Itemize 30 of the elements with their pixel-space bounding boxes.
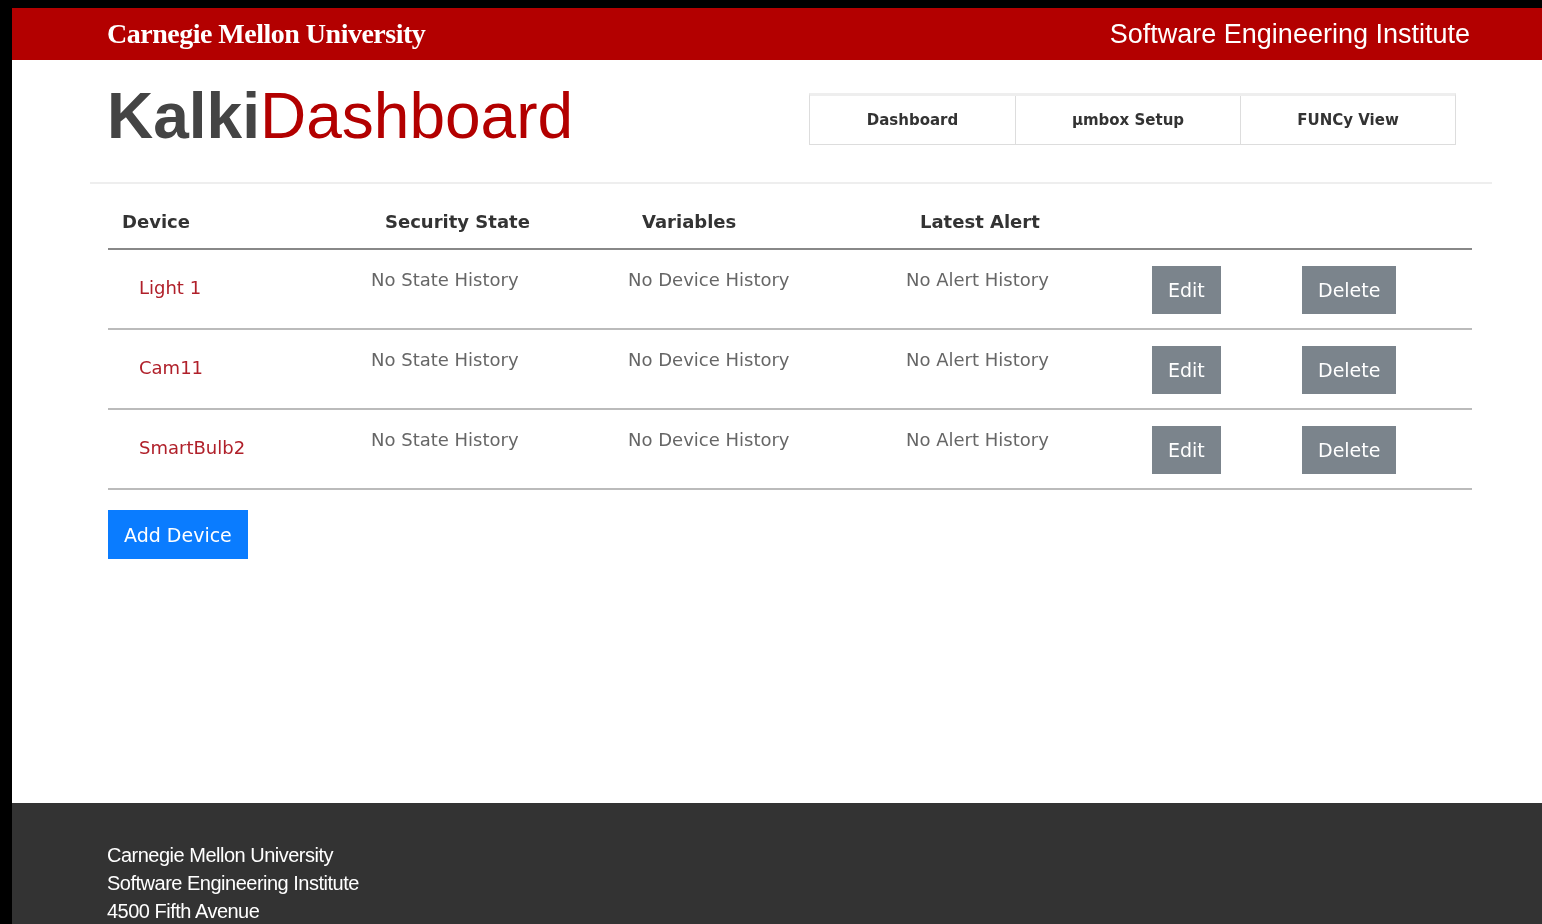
column-header: Latest Alert [919,209,1041,232]
table-cell-text: No State History [371,268,519,290]
delete-button[interactable]: Delete [1302,266,1397,314]
table-cell-text: No Alert History [906,428,1049,450]
table-cell-text: No Device History [628,268,790,290]
column-header: Device [121,209,191,232]
footer-text: 4500 Fifth Avenue [107,899,261,923]
delete-button[interactable]: Delete [1302,346,1397,394]
table-cell-text: No Alert History [906,348,1049,370]
university-name: Carnegie Mellon University [107,18,426,50]
title-bold-word: Kalki [107,80,260,152]
edit-button[interactable]: Edit [1152,266,1221,314]
delete-button[interactable]: Delete [1302,426,1397,474]
footer-text: Carnegie Mellon University [107,843,335,867]
column-header: Security State [384,209,531,232]
device-link[interactable]: Light 1 [108,250,202,298]
table-cell-text: No State History [371,428,519,450]
footer-text: Software Engineering Institute [107,871,360,895]
edit-button[interactable]: Edit [1152,346,1221,394]
device-link[interactable]: Cam11 [108,330,204,378]
edit-button[interactable]: Edit [1152,426,1221,474]
institute-name: Software Engineering Institute [1109,18,1470,50]
table-cell-text: No Device History [628,348,790,370]
table-cell-text: No Device History [628,428,790,450]
table-cell-text: No Alert History [906,268,1049,290]
title-word: Dashboard [259,80,574,152]
table-cell-text: No State History [371,348,519,370]
device-link[interactable]: SmartBulb2 [108,410,246,458]
add-device-button[interactable]: Add Device [108,510,248,559]
column-header: Variables [641,209,738,232]
